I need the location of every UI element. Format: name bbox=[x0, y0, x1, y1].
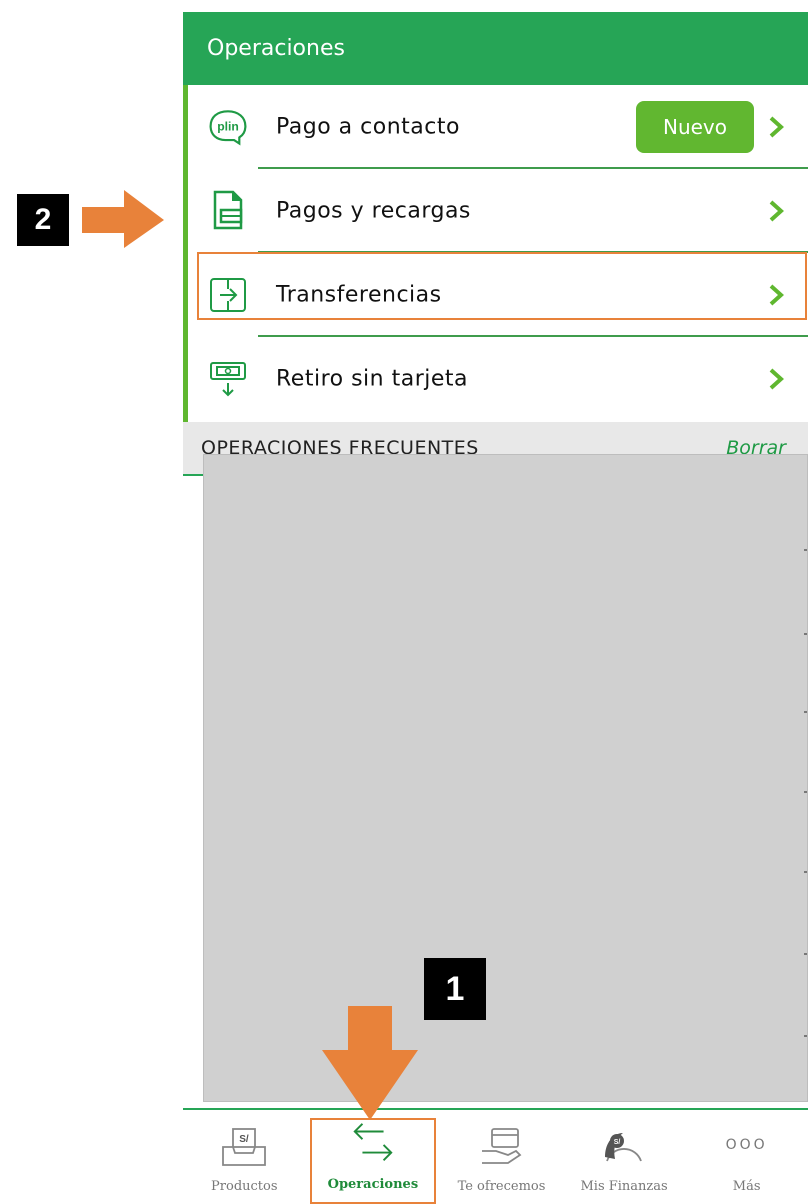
op-label: Transferencias bbox=[276, 282, 442, 308]
chevron-right-icon bbox=[769, 368, 784, 390]
step-1-callout: 1 bbox=[424, 958, 486, 1020]
frequent-operations-placeholder bbox=[203, 454, 808, 1102]
tab-te-ofrecemos[interactable]: Te ofrecemos bbox=[440, 1110, 563, 1204]
transfer-icon bbox=[208, 275, 248, 315]
op-item-retiro-sin-tarjeta[interactable]: Retiro sin tarjeta bbox=[188, 337, 808, 421]
op-label: Pago a contacto bbox=[276, 114, 460, 140]
op-label: Pagos y recargas bbox=[276, 198, 471, 224]
step-1-arrow bbox=[322, 1006, 418, 1120]
tab-label: Operaciones bbox=[327, 1177, 419, 1192]
svg-text:S/: S/ bbox=[240, 1134, 250, 1145]
tab-label: Más bbox=[732, 1179, 761, 1194]
card-hand-icon bbox=[477, 1123, 525, 1167]
tab-mas[interactable]: OOO Más bbox=[685, 1110, 808, 1204]
divider bbox=[804, 711, 807, 713]
arrows-exchange-icon bbox=[349, 1121, 397, 1165]
page-title: Operaciones bbox=[207, 36, 345, 61]
tab-productos[interactable]: S/ Productos bbox=[183, 1110, 306, 1204]
chevron-right-icon bbox=[769, 200, 784, 222]
op-item-pago-contacto[interactable]: plin Pago a contacto Nuevo bbox=[188, 85, 808, 169]
tab-operaciones[interactable]: Operaciones bbox=[309, 1118, 437, 1204]
step-2-arrow bbox=[82, 190, 164, 248]
operations-list: plin Pago a contacto Nuevo Pagos y recar… bbox=[183, 85, 808, 422]
step-2-callout: 2 bbox=[17, 194, 69, 246]
plin-icon: plin bbox=[208, 107, 248, 147]
screen-header: Operaciones bbox=[183, 12, 808, 85]
tab-mis-finanzas[interactable]: S/ Mis Finanzas bbox=[563, 1110, 686, 1204]
op-label: Retiro sin tarjeta bbox=[276, 366, 469, 392]
divider bbox=[804, 871, 807, 873]
op-item-transferencias[interactable]: Transferencias bbox=[188, 253, 808, 337]
divider bbox=[804, 549, 807, 551]
chevron-right-icon bbox=[769, 284, 784, 306]
tab-label: Te ofrecemos bbox=[457, 1179, 546, 1194]
more-dots-icon: OOO bbox=[723, 1123, 771, 1167]
divider bbox=[804, 953, 807, 955]
op-item-pagos-recargas[interactable]: Pagos y recargas bbox=[188, 169, 808, 253]
svg-text:S/: S/ bbox=[614, 1139, 621, 1146]
bottom-tab-bar: S/ Productos Operaciones Te ofrecemos S/… bbox=[183, 1110, 808, 1204]
more-dots-text: OOO bbox=[725, 1137, 768, 1153]
wallet-icon: S/ bbox=[220, 1123, 268, 1167]
new-badge: Nuevo bbox=[636, 101, 754, 153]
gauge-icon: S/ bbox=[600, 1123, 648, 1167]
svg-text:plin: plin bbox=[217, 119, 239, 133]
divider bbox=[804, 791, 807, 793]
chevron-right-icon bbox=[769, 116, 784, 138]
app-screen: Operaciones plin Pago a contacto Nuevo P… bbox=[183, 12, 808, 1204]
tab-label: Mis Finanzas bbox=[580, 1179, 668, 1194]
bill-icon bbox=[208, 190, 248, 231]
divider bbox=[804, 1035, 807, 1037]
divider bbox=[804, 633, 807, 635]
tab-label: Productos bbox=[211, 1179, 278, 1194]
cash-withdraw-icon bbox=[208, 359, 248, 399]
